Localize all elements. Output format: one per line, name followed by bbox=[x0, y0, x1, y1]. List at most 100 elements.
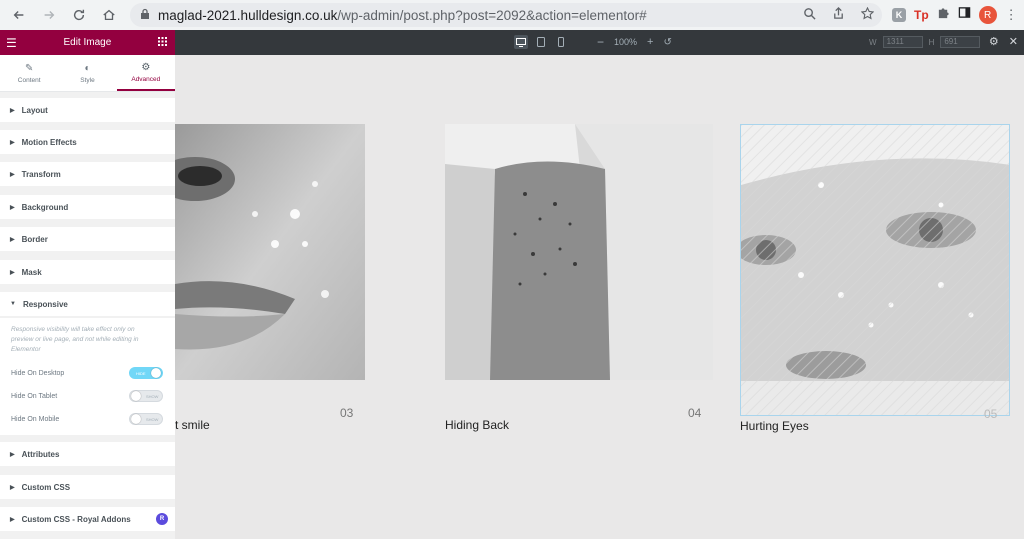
toggle-label: Hide On Desktop bbox=[11, 369, 65, 377]
hide-on-mobile-row: Hide On Mobile SHOW bbox=[11, 413, 163, 425]
card-number-04: 04 bbox=[688, 406, 702, 420]
zoom-in-icon[interactable]: + bbox=[647, 36, 653, 48]
toggle-knob bbox=[151, 368, 161, 378]
width-input[interactable]: 1311 bbox=[882, 36, 923, 48]
elementor-topbar: − 100% + ↺ W 1311 H 691 ⚙ ✕ bbox=[175, 30, 1024, 55]
hide-on-desktop-toggle[interactable]: HIDE bbox=[129, 367, 163, 379]
address-bar[interactable]: maglad-2021.hulldesign.co.uk/wp-admin/po… bbox=[130, 3, 882, 27]
forward-icon[interactable] bbox=[36, 2, 62, 28]
tab-label: Advanced bbox=[131, 75, 161, 83]
section-mask[interactable]: ▶ Mask bbox=[0, 260, 175, 284]
url-path: /wp-admin/post.php?post=2092&action=elem… bbox=[337, 7, 647, 23]
panel-title: Edit Image bbox=[63, 37, 112, 48]
section-label: Responsive bbox=[22, 299, 68, 309]
desktop-view-icon[interactable] bbox=[514, 35, 528, 49]
url-domain: maglad-2021.hulldesign.co.uk bbox=[158, 7, 338, 23]
section-background[interactable]: ▶ Background bbox=[0, 195, 175, 219]
tab-advanced[interactable]: ⚙ Advanced bbox=[116, 55, 175, 91]
hide-on-desktop-row: Hide On Desktop HIDE bbox=[11, 367, 163, 379]
width-label: W bbox=[869, 37, 877, 47]
caret-right-icon: ▶ bbox=[10, 484, 15, 491]
extensions-puzzle-icon[interactable] bbox=[937, 6, 950, 24]
reload-icon[interactable] bbox=[66, 2, 92, 28]
reset-zoom-icon[interactable]: ↺ bbox=[663, 37, 671, 48]
section-responsive[interactable]: ▼ Responsive bbox=[0, 292, 175, 316]
section-custom-css[interactable]: ▶ Custom CSS bbox=[0, 475, 175, 499]
zoom-icon[interactable] bbox=[803, 7, 816, 23]
height-label: H bbox=[928, 37, 935, 47]
royal-addons-badge: R bbox=[156, 513, 168, 525]
section-label: Motion Effects bbox=[21, 137, 77, 147]
hide-on-tablet-toggle[interactable]: SHOW bbox=[129, 390, 163, 402]
section-label: Attributes bbox=[21, 449, 60, 459]
card-image-03[interactable] bbox=[175, 124, 365, 380]
mobile-view-icon[interactable] bbox=[554, 35, 568, 49]
hide-on-tablet-row: Hide On Tablet SHOW bbox=[11, 390, 163, 402]
responsive-note: Responsive visibility will take effect o… bbox=[11, 326, 139, 353]
section-label: Background bbox=[21, 202, 69, 212]
section-label: Layout bbox=[21, 105, 48, 115]
card-caption-05[interactable]: Hurting Eyes bbox=[740, 419, 809, 433]
section-transform[interactable]: ▶ Transform bbox=[0, 162, 175, 186]
caret-right-icon: ▶ bbox=[10, 516, 15, 523]
caret-down-icon: ▼ bbox=[10, 301, 16, 307]
side-panel-icon[interactable] bbox=[958, 6, 971, 24]
section-custom-css-royal-addons[interactable]: ▶ Custom CSS - Royal Addons R bbox=[0, 507, 175, 531]
card-number-03: 03 bbox=[340, 406, 354, 420]
zoom-out-icon[interactable]: − bbox=[597, 35, 604, 49]
half-circle-icon: ◐ bbox=[84, 62, 91, 74]
tablet-view-icon[interactable] bbox=[534, 35, 548, 49]
toggle-label: Hide On Mobile bbox=[11, 415, 60, 423]
hide-on-mobile-toggle[interactable]: SHOW bbox=[129, 413, 163, 425]
back-icon[interactable] bbox=[6, 2, 32, 28]
toggle-knob bbox=[131, 391, 141, 401]
tab-label: Style bbox=[80, 76, 95, 84]
extension-tp-icon[interactable]: Tp bbox=[914, 8, 929, 22]
panel-header: ☰ Edit Image bbox=[0, 30, 175, 55]
settings-gear-icon[interactable]: ⚙ bbox=[989, 35, 999, 48]
toggle-knob bbox=[131, 414, 141, 424]
caret-right-icon: ▶ bbox=[10, 269, 15, 276]
section-motion-effects[interactable]: ▶ Motion Effects bbox=[0, 130, 175, 154]
tab-content[interactable]: ✎ Content bbox=[0, 55, 58, 91]
pencil-icon: ✎ bbox=[24, 62, 34, 74]
close-icon[interactable]: ✕ bbox=[1009, 35, 1018, 48]
bookmark-star-icon[interactable] bbox=[860, 6, 875, 23]
hamburger-menu-icon[interactable]: ☰ bbox=[6, 36, 17, 50]
card-image-04[interactable] bbox=[445, 124, 713, 380]
card-image-05-hidden[interactable] bbox=[740, 124, 1010, 416]
card-caption-04[interactable]: Hiding Back bbox=[445, 418, 509, 432]
browser-toolbar: maglad-2021.hulldesign.co.uk/wp-admin/po… bbox=[0, 0, 1024, 30]
zoom-level: 100% bbox=[614, 37, 638, 47]
gear-icon: ⚙ bbox=[141, 61, 151, 73]
profile-avatar[interactable]: R bbox=[978, 6, 997, 24]
share-icon[interactable] bbox=[832, 7, 845, 23]
tab-style[interactable]: ◐ Style bbox=[58, 55, 116, 91]
caret-right-icon: ▶ bbox=[10, 236, 15, 243]
panel-tabs: ✎ Content ◐ Style ⚙ Advanced bbox=[0, 55, 175, 92]
caret-right-icon: ▶ bbox=[10, 451, 15, 458]
card-number-05: 05 bbox=[984, 407, 998, 421]
section-border[interactable]: ▶ Border bbox=[0, 227, 175, 251]
section-label: Transform bbox=[21, 169, 61, 179]
lock-icon bbox=[140, 8, 150, 23]
toggle-state: HIDE bbox=[136, 370, 146, 376]
height-input[interactable]: 691 bbox=[940, 36, 981, 48]
section-attributes[interactable]: ▶ Attributes bbox=[0, 442, 175, 466]
section-label: Mask bbox=[21, 267, 42, 277]
tab-label: Content bbox=[17, 76, 41, 84]
caret-right-icon: ▶ bbox=[10, 204, 15, 211]
section-label: Custom CSS - Royal Addons bbox=[21, 514, 131, 524]
card-caption-03[interactable]: t smile bbox=[175, 418, 210, 432]
more-vert-icon[interactable]: ⋮ bbox=[1005, 7, 1018, 23]
home-icon[interactable] bbox=[96, 2, 122, 28]
section-label: Custom CSS bbox=[21, 482, 71, 492]
extension-k-icon[interactable]: K bbox=[892, 8, 906, 22]
section-label: Border bbox=[21, 234, 48, 244]
toggle-label: Hide On Tablet bbox=[11, 392, 58, 400]
section-layout[interactable]: ▶ Layout bbox=[0, 98, 175, 122]
widgets-grid-icon[interactable] bbox=[157, 36, 167, 49]
caret-right-icon: ▶ bbox=[10, 139, 15, 146]
caret-right-icon: ▶ bbox=[10, 107, 15, 114]
caret-right-icon: ▶ bbox=[10, 171, 15, 178]
